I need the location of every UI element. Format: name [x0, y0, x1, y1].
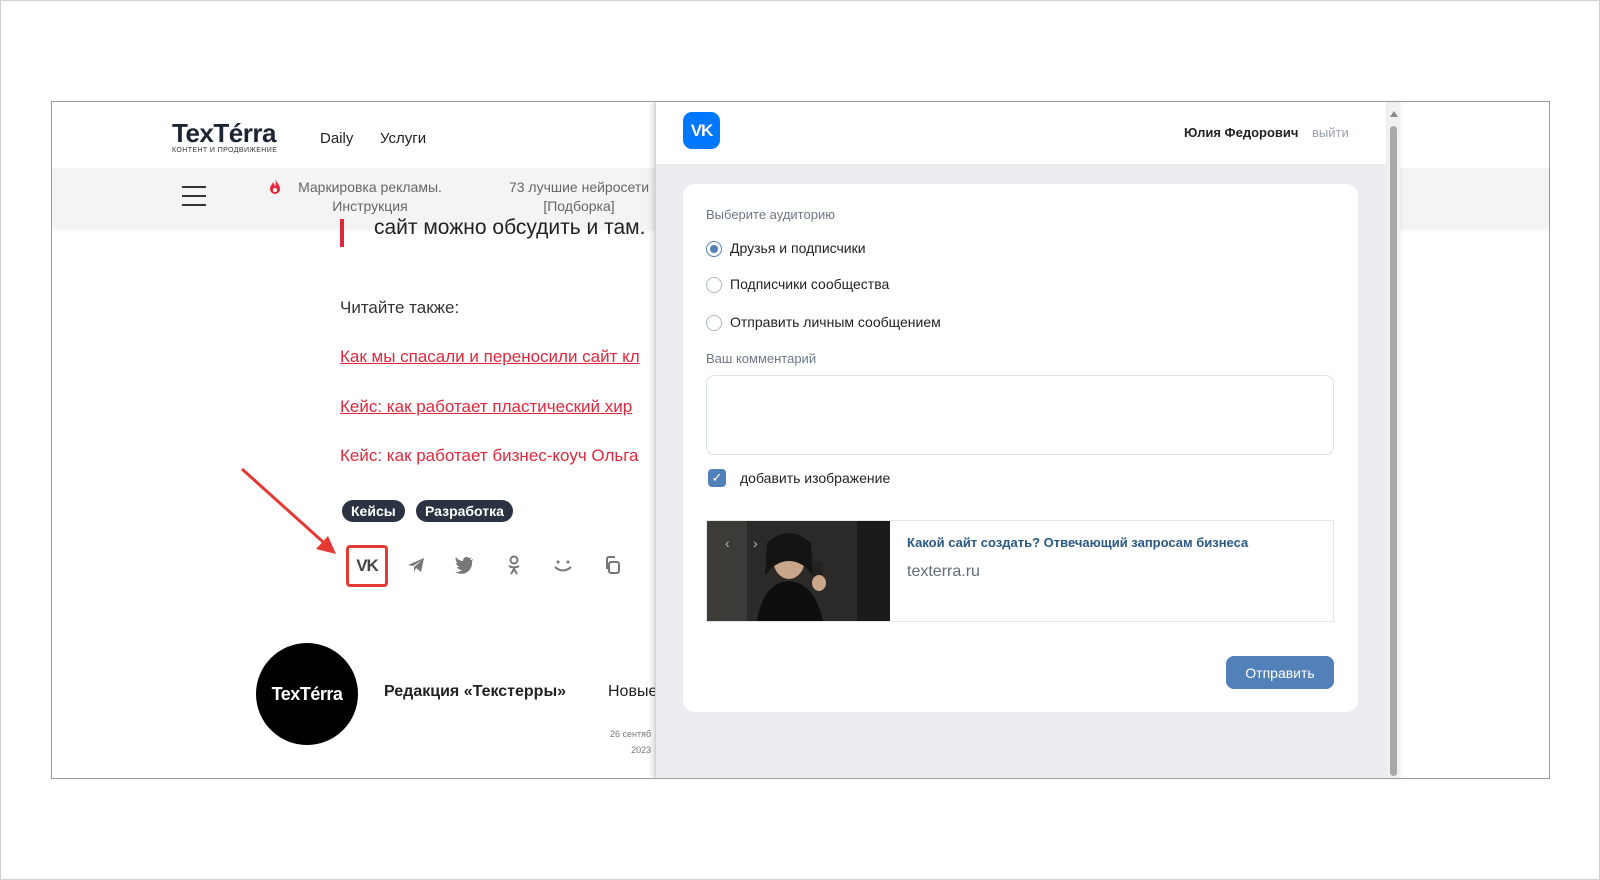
twitter-icon[interactable] — [453, 554, 475, 576]
add-image-label[interactable]: добавить изображение — [740, 470, 890, 486]
radio-label-friends[interactable]: Друзья и подписчики — [730, 240, 866, 256]
vk-scrollbar[interactable] — [1387, 102, 1400, 778]
promo-link-neural[interactable]: 73 лучшие нейросети [Подборка] — [504, 178, 654, 216]
vk-logo-icon[interactable]: VK — [683, 112, 720, 149]
logo-word: TexTérra — [172, 118, 276, 148]
promo-ads-line1: Маркировка рекламы. — [298, 179, 442, 195]
scroll-up-icon[interactable] — [1390, 111, 1398, 117]
date-line2: 2023 — [631, 745, 652, 755]
preview-image — [707, 521, 890, 621]
comment-title: Ваш комментарий — [706, 351, 817, 366]
quote-bar — [340, 219, 344, 247]
link-preview[interactable]: ‹ › Какой сайт создать? Отвечающий запро… — [706, 520, 1334, 622]
related-link[interactable]: Кейс: как работает бизнес-коуч Ольга — [340, 446, 639, 466]
radio-label-community[interactable]: Подписчики сообщества — [730, 276, 889, 292]
comment-field[interactable] — [706, 375, 1334, 455]
vk-logout-link[interactable]: выйти — [1312, 125, 1349, 140]
author-avatar[interactable]: TexTérra — [256, 643, 358, 745]
nav-daily[interactable]: Daily — [320, 130, 353, 147]
publish-date: 26 сентяб 2023 — [610, 726, 651, 758]
tag-cases[interactable]: Кейсы — [342, 500, 405, 522]
flame-icon — [270, 179, 280, 194]
copy-icon[interactable] — [602, 554, 624, 576]
site-logo[interactable]: TexTérra КОНТЕНТ И ПРОДВИЖЕНИЕ — [172, 118, 277, 154]
vk-icon: VK — [356, 556, 379, 575]
menu-icon[interactable] — [182, 186, 206, 206]
vk-user-name[interactable]: Юлия Федорович — [1184, 125, 1298, 140]
send-button[interactable]: Отправить — [1226, 656, 1334, 689]
tag-development[interactable]: Разработка — [416, 500, 513, 522]
vk-share-card: Выберите аудиторию Друзья и подписчики П… — [683, 184, 1358, 712]
preview-domain: texterra.ru — [907, 563, 980, 580]
annotation-arrow-icon — [240, 467, 336, 554]
author-name[interactable]: Редакция «Текстерры» — [384, 683, 566, 701]
odnoklassniki-icon[interactable] — [503, 554, 525, 576]
add-image-checkbox[interactable]: ✓ — [708, 469, 726, 487]
smile-icon[interactable] — [552, 554, 574, 576]
promo-ads-line2: Инструкция — [332, 198, 408, 214]
radio-label-private-message[interactable]: Отправить личным сообщением — [730, 314, 941, 330]
preview-next-icon[interactable]: › — [753, 535, 758, 551]
scroll-thumb[interactable] — [1390, 126, 1397, 776]
related-link[interactable]: Как мы спасали и переносили сайт кл — [340, 347, 640, 367]
promo-neural-line2: [Подборка] — [543, 198, 615, 214]
browser-screenshot: TexTérra КОНТЕНТ И ПРОДВИЖЕНИЕ Daily Усл… — [51, 101, 1550, 779]
date-line1: 26 сентяб — [610, 729, 652, 739]
radio-private-message[interactable] — [706, 315, 722, 331]
audience-title: Выберите аудиторию — [706, 207, 835, 222]
vk-share-button[interactable]: VK — [346, 545, 388, 587]
read-also-heading: Читайте также: — [340, 298, 460, 317]
radio-community[interactable] — [706, 277, 722, 293]
promo-link-ads[interactable]: Маркировка рекламы. Инструкция — [292, 178, 448, 216]
related-link[interactable]: Кейс: как работает пластический хир — [340, 397, 632, 417]
vk-share-popup: VK Юлия Федорович выйти Выберите аудитор… — [655, 102, 1400, 778]
radio-friends[interactable] — [706, 241, 722, 257]
preview-prev-icon[interactable]: ‹ — [725, 535, 730, 551]
telegram-icon[interactable] — [405, 554, 427, 576]
vk-header: VK Юлия Федорович выйти — [656, 102, 1386, 164]
logo-subtitle: КОНТЕНТ И ПРОДВИЖЕНИЕ — [172, 147, 278, 154]
preview-title[interactable]: Какой сайт создать? Отвечающий запросам … — [907, 535, 1248, 550]
promo-neural-line1: 73 лучшие нейросети — [508, 179, 650, 195]
quote-text: сайт можно обсудить и там. — [374, 216, 646, 239]
news-label[interactable]: Новые — [608, 683, 657, 701]
nav-services[interactable]: Услуги — [380, 130, 426, 147]
